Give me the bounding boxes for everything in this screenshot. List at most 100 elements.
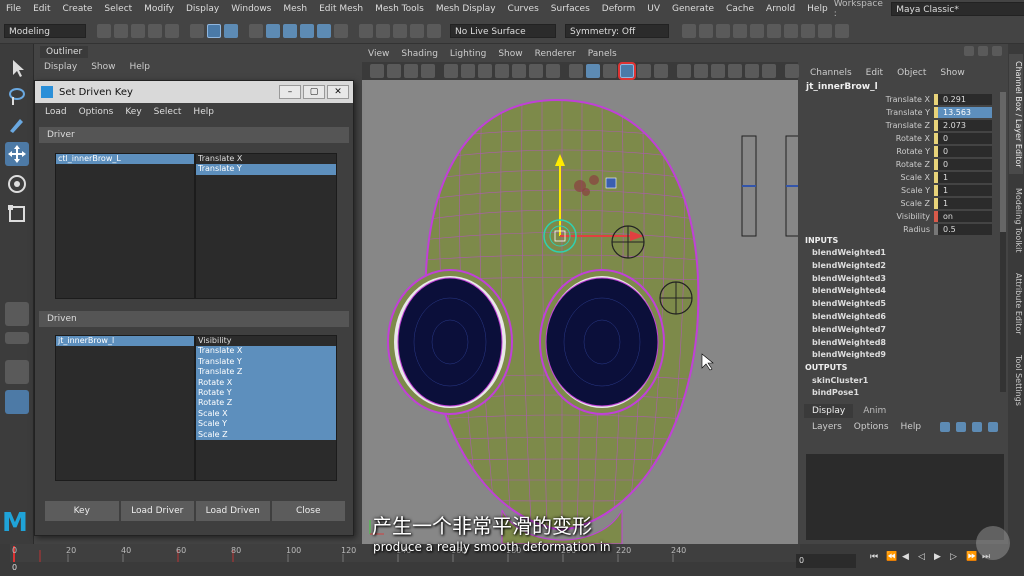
scale-tool-icon[interactable] [5,202,29,226]
depth-of-field-icon[interactable] [762,64,776,78]
layer-tab-anim[interactable]: Anim [855,404,894,418]
save-scene-icon[interactable] [131,23,145,38]
ipr-render-icon[interactable] [716,23,730,38]
inputs-header[interactable]: INPUTS [805,236,838,245]
screen-space-ao-icon[interactable] [711,64,725,78]
step-back-key-icon[interactable]: ⏪ [886,552,898,564]
construction-history-icon[interactable] [376,23,390,38]
component-mode-icon[interactable] [224,23,238,38]
driven-attr-item[interactable]: Translate X [196,346,336,357]
play-back-icon[interactable]: ◁ [918,552,930,564]
channel-row[interactable]: Translate Y 13.563 [800,106,998,118]
menu-deform[interactable]: Deform [596,4,641,14]
move-layer-down-icon[interactable] [956,422,966,432]
input-node[interactable]: blendWeighted5 [812,299,886,308]
outliner-menu-display[interactable]: Display [44,62,77,72]
menu-edit[interactable]: Edit [27,4,56,14]
outliner-tab[interactable]: Outliner [40,46,89,58]
outputs-header[interactable]: OUTPUTS [805,363,847,372]
hierarchy-mode-icon[interactable] [190,23,204,38]
gate-mask-icon[interactable] [495,64,509,78]
cb-menu-channels[interactable]: Channels [810,68,852,78]
menu-mesh-tools[interactable]: Mesh Tools [369,4,430,14]
outliner-menu-show[interactable]: Show [91,62,115,72]
history-icon[interactable] [359,23,373,38]
video-play-overlay-icon[interactable] [976,526,1010,560]
driven-attr-item[interactable]: Scale Y [196,419,336,430]
current-frame-field[interactable]: 0 [796,554,856,568]
layer-menu-layers[interactable]: Layers [812,422,842,432]
side-tab-attribute-editor[interactable]: Attribute Editor [1009,266,1023,342]
menu-select[interactable]: Select [98,4,138,14]
menu-help[interactable]: Help [801,4,834,14]
close-button[interactable]: Close [271,501,345,521]
driven-attr-item[interactable]: Translate Z [196,367,336,378]
vp-menu-shading[interactable]: Shading [401,49,438,59]
snap-plane-icon[interactable] [317,23,331,38]
menu-arnold[interactable]: Arnold [760,4,801,14]
wireframe-on-shaded-icon[interactable] [618,62,636,80]
driven-attr-item[interactable]: Rotate Y [196,387,336,399]
shadows-icon[interactable] [694,64,708,78]
vp-menu-show[interactable]: Show [498,49,522,59]
menu-surfaces[interactable]: Surfaces [545,4,596,14]
channel-value[interactable]: 0 [934,145,992,157]
default-material-icon[interactable] [603,64,617,78]
menu-windows[interactable]: Windows [225,4,277,14]
channel-value[interactable]: 2.073 [934,119,992,131]
side-tab-modeling-toolkit[interactable]: Modeling Toolkit [1009,180,1023,260]
driven-object-item[interactable]: jt_innerBrow_l [56,336,194,347]
safe-action-icon[interactable] [529,64,543,78]
input-node[interactable]: blendWeighted3 [812,274,886,283]
maximize-icon[interactable]: ▢ [303,85,325,99]
channel-row[interactable]: Translate Z 2.073 [800,119,998,131]
start-frame-field[interactable]: 0 [12,563,17,572]
input-node[interactable]: blendWeighted2 [812,261,886,270]
rotate-tool-icon[interactable] [5,172,29,196]
input-node[interactable]: blendWeighted7 [812,325,886,334]
render-setup-icon[interactable] [767,23,781,38]
channel-row[interactable]: Rotate Y 0 [800,145,998,157]
target-icon[interactable] [410,23,424,38]
undo-icon[interactable] [148,23,162,38]
side-tab-tool-settings[interactable]: Tool Settings [1009,348,1023,412]
driven-attr-item[interactable]: Translate Y [196,356,336,368]
camera-select-icon[interactable] [370,64,384,78]
driven-attr-list[interactable]: Visibility Translate X Translate Y Trans… [195,335,337,481]
head-model[interactable] [362,80,798,544]
layer-tab-display[interactable]: Display [804,404,854,418]
magnet-icon[interactable] [393,23,407,38]
single-layout-icon[interactable] [5,302,29,326]
open-scene-icon[interactable] [114,23,128,38]
snap-grid-icon[interactable] [266,23,280,38]
channel-value[interactable]: 1 [934,197,992,209]
sdk-menu-load[interactable]: Load [45,107,67,117]
key-button[interactable]: Key [45,501,119,521]
go-to-start-icon[interactable]: ⏮ [870,552,882,564]
live-surface-field[interactable]: No Live Surface [450,23,556,38]
hypershade-icon[interactable] [750,23,764,38]
sdk-menu-key[interactable]: Key [125,107,141,117]
bookmark-icon[interactable] [404,64,418,78]
channel-row[interactable]: Scale Z 1 [800,197,998,209]
step-back-frame-icon[interactable]: ◀ [902,552,914,564]
input-node[interactable]: blendWeighted9 [812,350,886,359]
move-layer-up-icon[interactable] [940,422,950,432]
snap-curve-icon[interactable] [283,23,297,38]
channel-value[interactable]: 0.291 [934,93,992,105]
input-node[interactable]: blendWeighted4 [812,286,886,295]
menu-display[interactable]: Display [180,4,225,14]
channel-row[interactable]: Visibility on [800,210,998,222]
channel-value[interactable]: 1 [934,171,992,183]
lasso-tool-icon[interactable] [5,84,29,108]
snap-surface-icon[interactable] [334,23,348,38]
sdk-menu-help[interactable]: Help [193,107,214,117]
menu-curves[interactable]: Curves [502,4,545,14]
layer-menu-options[interactable]: Options [854,422,889,432]
input-node[interactable]: blendWeighted1 [812,248,886,257]
two-pane-layout-icon[interactable] [5,360,29,384]
play-forward-icon[interactable]: ▶ [934,552,946,564]
channel-value[interactable]: 0 [934,132,992,144]
workspace-dropdown[interactable]: Maya Classic* [891,2,1024,16]
resolution-gate-icon[interactable] [478,64,492,78]
